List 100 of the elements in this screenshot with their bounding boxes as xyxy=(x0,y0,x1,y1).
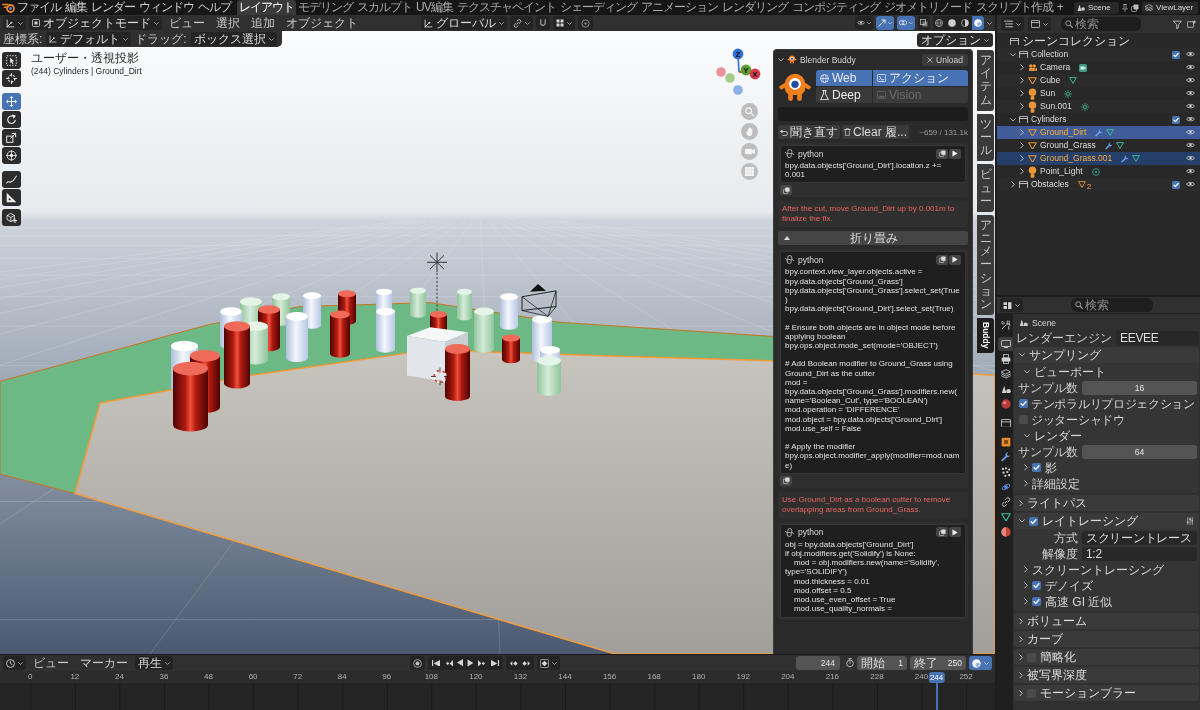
orientation-dropdown[interactable]: デフォルト xyxy=(46,32,132,46)
sidebar-tab[interactable]: ビュー xyxy=(977,164,994,212)
dropdown[interactable]: スクリーントレース xyxy=(1082,530,1197,545)
tool-button[interactable] xyxy=(2,52,21,69)
search-field[interactable]: 検索 xyxy=(1071,298,1153,312)
shading-button[interactable] xyxy=(972,16,984,30)
play-icon[interactable] xyxy=(466,658,474,668)
snap-target-dropdown[interactable] xyxy=(553,16,575,30)
sidebar-tab[interactable]: Buddy xyxy=(977,318,994,353)
mode-toggle[interactable]: Deep xyxy=(816,87,872,103)
keyframe-left-icon[interactable] xyxy=(509,659,518,667)
outliner-row[interactable]: Ground_Grass.001 xyxy=(997,152,1200,165)
tool-button[interactable] xyxy=(2,189,21,206)
subpanel-header[interactable]: スクリーントレーシング xyxy=(1016,562,1164,577)
mode-toggle[interactable]: Web xyxy=(816,70,872,86)
menu-item[interactable]: マーカー xyxy=(76,656,132,670)
orientation-dropdown[interactable]: グローバル xyxy=(421,16,507,30)
axis-handle[interactable]: X xyxy=(749,68,761,80)
tool-button[interactable] xyxy=(2,111,21,128)
sidebar-tab[interactable]: ツール xyxy=(977,113,994,162)
navigation-gizmo[interactable]: Z Y X xyxy=(715,48,761,96)
overlay-toggle[interactable] xyxy=(897,16,915,30)
menu-item[interactable]: ファイル xyxy=(15,0,63,15)
drag-dropdown[interactable]: ボックス選択 xyxy=(190,32,277,46)
add-workspace-button[interactable]: + xyxy=(1054,0,1066,15)
menu-item[interactable]: 追加 xyxy=(247,16,279,30)
tool-button[interactable] xyxy=(2,129,21,146)
properties-tab[interactable] xyxy=(998,337,1013,351)
subpanel-header[interactable]: 影 xyxy=(1016,460,1057,475)
checkbox[interactable] xyxy=(1032,463,1041,472)
checkbox[interactable] xyxy=(1172,115,1180,124)
current-frame-field[interactable]: 244 xyxy=(796,656,840,670)
panel-header[interactable]: ライトパス xyxy=(1014,495,1199,511)
workspace-tab[interactable]: UV編集 xyxy=(414,0,455,15)
eye-icon[interactable] xyxy=(1186,103,1195,110)
proportional-edit-toggle[interactable] xyxy=(578,16,593,30)
panel-header[interactable]: ボリューム xyxy=(1014,613,1199,629)
editor-type-button[interactable] xyxy=(3,16,26,30)
checkbox[interactable] xyxy=(1029,516,1038,526)
copy-button[interactable] xyxy=(936,527,948,538)
workspace-tab[interactable]: レイアウト xyxy=(237,0,296,15)
render-engine-dropdown[interactable]: EEVEE xyxy=(1116,330,1199,345)
run-button[interactable] xyxy=(949,254,961,265)
tool-button[interactable] xyxy=(2,70,21,87)
skip-forward-icon[interactable] xyxy=(490,659,499,667)
workspace-tab[interactable]: スクリプト作成 xyxy=(973,0,1055,15)
keying-dropdown[interactable] xyxy=(536,656,560,670)
panel-header[interactable]: モーションブラー xyxy=(1014,685,1199,701)
subpanel-header[interactable]: 詳細設定 xyxy=(1016,476,1080,491)
eye-icon[interactable] xyxy=(1186,51,1195,58)
mode-dropdown[interactable]: オブジェクトモード xyxy=(29,16,162,30)
view-options-dropdown[interactable] xyxy=(969,656,992,670)
menu-item[interactable]: オブジェクト xyxy=(282,16,362,30)
end-frame-field[interactable]: 終了 250 xyxy=(910,656,966,670)
shading-button[interactable] xyxy=(933,16,945,30)
copy-button[interactable] xyxy=(780,475,792,486)
panel-header[interactable]: レイトレーシング xyxy=(1014,513,1199,529)
properties-tab[interactable] xyxy=(998,416,1013,430)
collapse-button[interactable]: 折り畳み xyxy=(778,231,968,246)
workspace-tab[interactable]: モデリング xyxy=(296,0,355,15)
xray-toggle[interactable] xyxy=(918,16,930,30)
previous-keyframe-icon[interactable] xyxy=(443,659,453,667)
workspace-tab[interactable]: アニメーション xyxy=(638,0,720,15)
search-field[interactable]: 検索 xyxy=(1061,17,1141,31)
unload-button[interactable]: Unload xyxy=(922,53,968,66)
tool-button[interactable] xyxy=(2,147,21,164)
display-mode-dropdown[interactable] xyxy=(1028,17,1051,31)
subpanel-header[interactable]: 高速 GI 近似 xyxy=(1016,594,1113,609)
copy-button[interactable] xyxy=(936,254,948,265)
keyframe-right-icon[interactable] xyxy=(521,659,530,667)
options-dropdown[interactable]: オプション xyxy=(917,33,993,47)
next-keyframe-icon[interactable] xyxy=(477,659,487,667)
view-layer-selector[interactable]: ViewLayer xyxy=(1142,1,1198,14)
eye-icon[interactable] xyxy=(1186,116,1195,123)
workspace-tab[interactable]: コンポジティング xyxy=(789,0,882,15)
scene-selector[interactable]: Scene xyxy=(1074,1,1119,14)
editor-type-button[interactable] xyxy=(3,656,26,670)
playhead[interactable]: 244 xyxy=(928,671,945,683)
checkbox[interactable] xyxy=(1172,180,1180,189)
clear-button[interactable]: Clear 履... xyxy=(842,125,909,139)
sidebar-tab[interactable]: アイテム xyxy=(977,50,994,111)
run-button[interactable] xyxy=(949,148,961,159)
checkbox[interactable] xyxy=(1019,399,1028,408)
eye-icon[interactable] xyxy=(1186,64,1195,71)
start-frame-field[interactable]: 開始 1 xyxy=(857,656,907,670)
menu-item[interactable]: ビュー xyxy=(165,16,209,30)
axis-handle[interactable]: Y xyxy=(740,64,752,76)
number-field[interactable]: 16 xyxy=(1082,380,1197,395)
menu-item[interactable]: ウィンドウ xyxy=(137,0,196,15)
properties-tab[interactable] xyxy=(998,367,1013,381)
playback-dropdown[interactable]: 再生 xyxy=(135,656,173,670)
pivot-dropdown[interactable] xyxy=(510,16,533,30)
eye-icon[interactable] xyxy=(1186,77,1195,84)
tool-button[interactable] xyxy=(2,171,21,188)
snap-toggle[interactable] xyxy=(536,16,550,30)
visibility-dropdown[interactable] xyxy=(855,16,873,30)
eye-icon[interactable] xyxy=(1186,129,1195,136)
checkbox[interactable] xyxy=(1032,597,1041,606)
gizmo-toggle[interactable] xyxy=(876,16,894,30)
subpanel-header[interactable]: ビューポート xyxy=(1016,364,1106,379)
